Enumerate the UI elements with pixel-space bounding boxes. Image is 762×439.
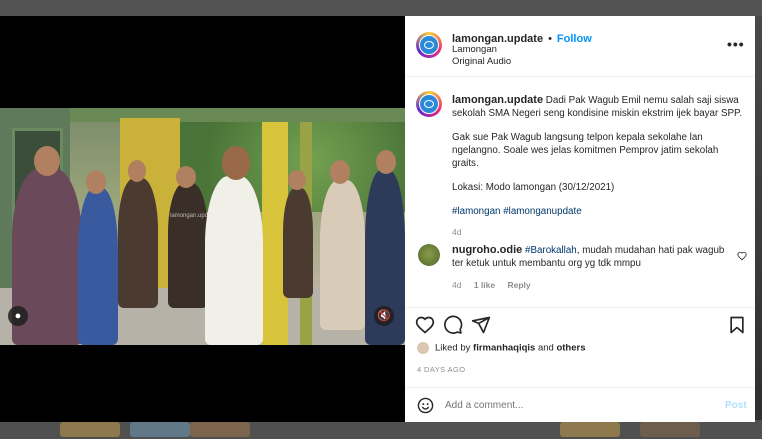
- emoji-icon[interactable]: [417, 397, 434, 419]
- comment-bubble-icon[interactable]: [443, 315, 463, 335]
- user-tag-icon[interactable]: ●: [8, 306, 28, 326]
- add-comment-bar: Post: [405, 387, 755, 423]
- commenter-avatar[interactable]: [418, 244, 440, 266]
- liker-avatar[interactable]: [417, 342, 429, 354]
- caption: lamongan.update Dadi Pak Wagub Emil nemu…: [452, 94, 747, 239]
- post-location[interactable]: Lamongan: [452, 44, 497, 55]
- post-actions: [405, 307, 755, 338]
- likes-prefix: Liked by: [435, 342, 471, 354]
- comment-likes[interactable]: 1 like: [474, 280, 495, 290]
- post-date[interactable]: 4 DAYS AGO: [417, 365, 465, 374]
- comment-reply-button[interactable]: Reply: [508, 280, 531, 290]
- add-comment-input[interactable]: [443, 399, 697, 412]
- comment-meta: 4d 1 like Reply: [452, 280, 531, 290]
- caption-paragraph-2: Gak sue Pak Wagub langsung telpon kepala…: [452, 132, 719, 169]
- video-watermark: lamongan.update: [170, 213, 217, 219]
- caption-age: 4d: [452, 227, 462, 237]
- post-modal: lamongan.update ● 🔇 lamongan.update • Foll…: [0, 16, 755, 422]
- video-frame[interactable]: lamongan.update ● 🔇: [0, 108, 405, 345]
- likes-summary: Liked by firmanhaqiqis and others: [417, 342, 586, 354]
- caption-username[interactable]: lamongan.update: [452, 94, 543, 106]
- share-send-icon[interactable]: [471, 315, 491, 335]
- follow-button[interactable]: Follow: [557, 33, 592, 45]
- post-header: lamongan.update • Follow Lamongan Original…: [405, 16, 755, 77]
- comment-username[interactable]: nugroho.odie: [452, 244, 522, 256]
- post-audio[interactable]: Original Audio: [452, 56, 511, 67]
- caption-paragraph-3: Lokasi: Modo lamongan (30/12/2021): [452, 182, 615, 193]
- liker-username[interactable]: firmanhaqiqis: [473, 343, 535, 354]
- author-avatar[interactable]: [416, 32, 442, 58]
- comments-scroll-area[interactable]: lamongan.update Dadi Pak Wagub Emil nemu…: [405, 77, 755, 317]
- feed-topbar-dimmed: [0, 0, 762, 16]
- comment-hashtag[interactable]: #Barokallah: [525, 245, 577, 256]
- more-options-icon[interactable]: •••: [727, 36, 745, 52]
- save-bookmark-icon[interactable]: [727, 315, 747, 335]
- post-comment-button[interactable]: Post: [725, 400, 747, 411]
- comment-like-icon[interactable]: [737, 248, 747, 266]
- likes-others-link[interactable]: others: [556, 343, 585, 354]
- post-side-panel: lamongan.update • Follow Lamongan Original…: [405, 16, 755, 422]
- comment: nugroho.odie #Barokallah, mudah mudahan …: [452, 244, 732, 270]
- mute-icon[interactable]: 🔇: [374, 306, 394, 326]
- comment-age: 4d: [452, 280, 462, 290]
- likes-conj: and: [537, 342, 554, 354]
- like-heart-icon[interactable]: [415, 315, 435, 335]
- post-media[interactable]: lamongan.update ● 🔇: [0, 16, 405, 422]
- caption-hashtags[interactable]: #lamongan #lamonganupdate: [452, 205, 747, 218]
- caption-author-avatar[interactable]: [416, 91, 442, 117]
